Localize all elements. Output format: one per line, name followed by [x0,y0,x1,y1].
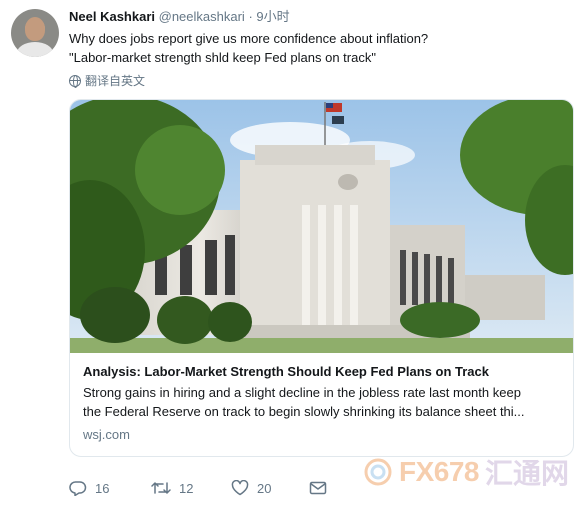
card-body: Analysis: Labor-Market Strength Should K… [70,353,573,443]
retweet-icon [151,482,171,494]
link-card[interactable]: Analysis: Labor-Market Strength Should K… [69,99,574,457]
tweet-text-line2: "Labor-market strength shld keep Fed pla… [69,50,376,65]
tweet-actions: 16 12 20 [69,478,327,498]
card-domain: wsj.com [83,427,130,442]
avatar-shirt [17,42,53,57]
reply-button[interactable]: 16 [69,480,151,496]
tweet-header: Neel Kashkari @neelkashkari · 9小时 [69,9,290,25]
tweet-time[interactable]: 9小时 [256,9,289,24]
translate-label: 翻译自英文 [85,74,146,88]
like-count: 20 [257,480,272,496]
watermark-chinese: 汇通网 [485,457,570,490]
author-handle[interactable]: @neelkashkari [159,9,245,24]
federal-reserve-building-photo[interactable] [70,100,573,353]
retweet-button[interactable]: 12 [151,480,231,496]
fx678-logo-icon [364,458,392,486]
globe-icon [69,75,81,88]
tweet-text-line1: Why does jobs report give us more confid… [69,31,429,46]
avatar-face [25,17,45,41]
retweet-count: 12 [179,480,194,496]
watermark: FX678 汇通网 [363,452,569,492]
card-description-line2: the Federal Reserve on track to begin sl… [83,404,525,419]
like-button[interactable]: 20 [231,480,309,496]
card-description: Strong gains in hiring and a slight decl… [83,383,560,421]
envelope-icon [309,481,327,495]
direct-message-button[interactable] [309,481,327,495]
reply-count: 16 [95,480,110,496]
translate-link[interactable]: 翻译自英文 [69,73,145,89]
card-description-line1: Strong gains in hiring and a slight decl… [83,385,521,400]
separator-dot: · [248,9,253,24]
tweet[interactable]: Neel Kashkari @neelkashkari · 9小时 Why do… [0,0,586,506]
avatar[interactable] [11,9,59,57]
reply-icon [69,481,87,496]
author-name[interactable]: Neel Kashkari [69,9,155,24]
heart-icon [231,480,249,496]
tweet-text: Why does jobs report give us more confid… [69,29,428,67]
card-title[interactable]: Analysis: Labor-Market Strength Should K… [83,363,560,381]
watermark-latin: FX678 [399,456,480,487]
